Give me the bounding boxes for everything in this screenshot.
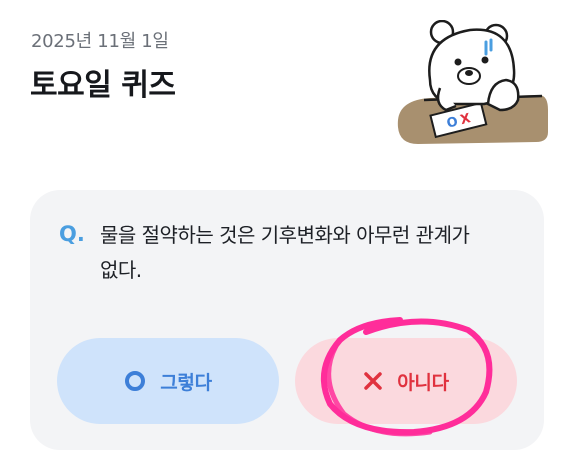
answer-yes-button[interactable]: 그렇다 [57, 338, 279, 424]
quiz-date: 2025년 11월 1일 [31, 31, 169, 52]
quiz-card: Q. 물을 절약하는 것은 기후변화와 아무런 관계가 없다. 그렇다 아니다 [30, 190, 544, 450]
page-title: 토요일 퀴즈 [30, 68, 176, 103]
answer-yes-label: 그렇다 [160, 371, 212, 394]
question-line-1: 물을 절약하는 것은 기후변화와 아무런 관계가 [100, 223, 470, 247]
circle-o-icon [124, 370, 146, 392]
bear-mascot-illustration: O X [397, 20, 548, 144]
question-text: 물을 절약하는 것은 기후변화와 아무런 관계가 없다. [100, 218, 500, 288]
answer-no-button[interactable]: 아니다 [295, 338, 517, 424]
question-marker: Q. [59, 222, 85, 246]
question-line-2: 없다. [100, 258, 142, 282]
answer-no-label: 아니다 [397, 371, 449, 394]
x-icon [363, 371, 383, 391]
